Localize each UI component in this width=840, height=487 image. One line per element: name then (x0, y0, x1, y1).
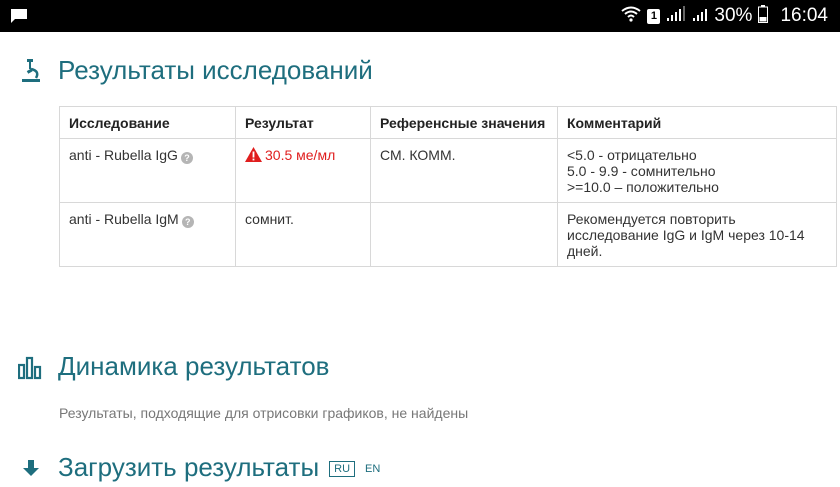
result-value-alert: 30.5 ме/мл (265, 147, 336, 163)
comment-line: >=10.0 – положительно (567, 179, 719, 195)
battery-icon (758, 4, 769, 28)
microscope-icon (18, 57, 44, 85)
column-header-comment: Комментарий (557, 106, 837, 139)
help-icon[interactable]: ? (181, 216, 194, 228)
column-header-test: Исследование (59, 106, 236, 139)
help-icon[interactable]: ? (180, 152, 193, 164)
sim-slot-badge: 1 (647, 8, 661, 24)
column-header-result: Результат (235, 106, 371, 139)
reference-cell (370, 202, 558, 267)
comment-line: исследование IgG и IgM через 10-14 (567, 227, 805, 243)
comment-line: <5.0 - отрицательно (567, 147, 697, 163)
comment-line: 5.0 - 9.9 - сомнительно (567, 163, 716, 179)
wifi-icon (621, 6, 642, 27)
lang-ru-button[interactable]: RU (329, 461, 356, 478)
table-row: anti - Rubella IgM? сомнит. Рекомендуетс… (59, 202, 837, 267)
results-section-title: Результаты исследований (58, 55, 373, 85)
download-section-title: Загрузить результаты RU EN (58, 452, 380, 483)
download-section-heading: Загрузить результаты RU EN (18, 452, 380, 483)
comment-cell: Рекомендуется повторить исследование IgG… (557, 202, 837, 267)
test-name: anti - Rubella IgM (69, 211, 179, 227)
battery-percent: 30% (714, 5, 753, 26)
test-name-cell: anti - Rubella IgG? (59, 138, 236, 203)
test-name-cell: anti - Rubella IgM? (59, 202, 236, 267)
column-header-reference: Референсные значения (370, 106, 558, 139)
table-row: anti - Rubella IgG? 30.5 ме/мл СМ. КОММ.… (59, 138, 837, 203)
status-bar: 1 30% 16:04 (0, 0, 840, 32)
comment-cell: <5.0 - отрицательно 5.0 - 9.9 - сомнител… (557, 138, 837, 203)
status-icons: 1 30% 16:04 (621, 0, 828, 32)
clock: 16:04 (780, 5, 828, 26)
comment-line: Рекомендуется повторить (567, 211, 736, 227)
results-section-heading: Результаты исследований (18, 55, 373, 86)
table-header-row: Исследование Результат Референсные значе… (59, 106, 837, 139)
download-title-text: Загрузить результаты (58, 452, 320, 482)
bar-chart-icon (17, 353, 44, 381)
dynamics-section-title: Динамика результатов (58, 351, 330, 381)
lang-en-button[interactable]: EN (365, 463, 380, 475)
comment-line: дней. (567, 243, 603, 259)
dynamics-section-heading: Динамика результатов (17, 351, 330, 382)
signal-strength-2-icon (692, 6, 708, 27)
result-cell: 30.5 ме/мл (235, 138, 371, 203)
message-notification-icon (10, 8, 28, 29)
no-charts-message: Результаты, подходящие для отрисовки гра… (59, 405, 469, 421)
reference-cell: СМ. КОММ. (370, 138, 558, 203)
signal-strength-icon (666, 5, 686, 27)
result-cell: сомнит. (235, 202, 371, 267)
warning-icon (245, 147, 262, 165)
test-name: anti - Rubella IgG (69, 147, 178, 163)
download-icon (18, 454, 44, 482)
results-table: Исследование Результат Референсные значе… (59, 106, 837, 267)
